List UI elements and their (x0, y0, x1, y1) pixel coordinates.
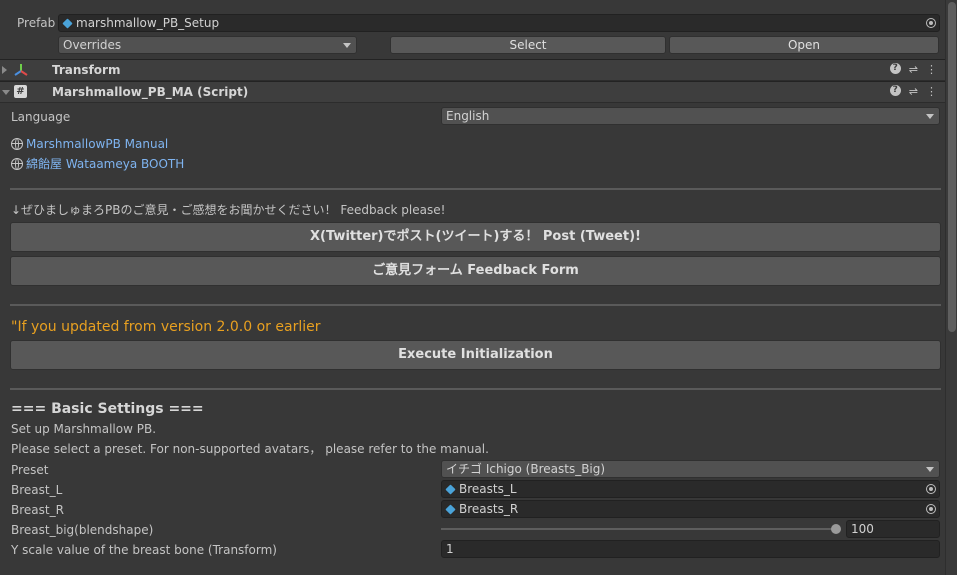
slider-thumb[interactable] (831, 524, 841, 534)
language-label: Language (11, 110, 71, 124)
preset-value: イチゴ Ichigo (Breasts_Big) (446, 462, 606, 476)
feedback-prompt: ↓ぜひましゅまろPBのご意見・ご感想をお聞かせください！ Feedback pl… (11, 203, 446, 217)
open-button[interactable]: Open (669, 36, 939, 54)
preset-sliders-icon[interactable]: ⇌ (909, 63, 918, 77)
basic-desc-2: Please select a preset. For non-supporte… (11, 442, 489, 456)
script-header[interactable]: # Marshmallow_PB_MA (Script) ? ⇌ ⋮ (0, 81, 945, 103)
foldout-expanded-icon[interactable] (2, 90, 10, 95)
breast-r-field[interactable]: Breasts_R (441, 500, 940, 518)
booth-link[interactable]: 綿飴屋 Wataameya BOOTH (11, 156, 184, 172)
overrides-dropdown[interactable]: Overrides (58, 36, 357, 54)
transform-header[interactable]: Transform ? ⇌ ⋮ (0, 59, 945, 81)
object-picker-icon[interactable] (926, 484, 936, 494)
booth-link-text: 綿飴屋 Wataameya BOOTH (26, 157, 185, 171)
blendshape-value-field[interactable]: 100 (846, 520, 940, 538)
post-tweet-button[interactable]: X(Twitter)でポスト(ツイート)する！ Post (Tweet)! (10, 222, 941, 252)
overrides-label: Overrides (63, 38, 122, 52)
kebab-menu-icon[interactable]: ⋮ (926, 63, 937, 77)
script-hash-icon: # (14, 85, 27, 98)
preset-sliders-icon[interactable]: ⇌ (909, 85, 918, 99)
object-picker-icon[interactable] (926, 504, 936, 514)
help-icon[interactable]: ? (889, 85, 901, 96)
chevron-down-icon (926, 467, 934, 472)
scrollbar[interactable] (945, 0, 957, 575)
feedback-form-button[interactable]: ご意見フォーム Feedback Form (10, 256, 941, 286)
breast-l-value: Breasts_L (459, 482, 517, 496)
slider-track (441, 528, 837, 530)
transform-cube-icon (445, 504, 456, 515)
scrollbar-thumb[interactable] (948, 2, 956, 332)
blendshape-slider[interactable] (441, 520, 841, 538)
basic-settings-heading: === Basic Settings === (11, 401, 204, 417)
blendshape-label: Breast_big(blendshape) (11, 523, 154, 537)
foldout-collapsed-icon[interactable] (2, 66, 7, 74)
manual-link[interactable]: MarshmallowPB Manual (11, 136, 168, 152)
prefab-field[interactable]: marshmallow_PB_Setup (58, 14, 940, 32)
language-dropdown[interactable]: English (441, 107, 940, 125)
prefab-cube-icon (62, 18, 73, 29)
divider (10, 388, 941, 390)
transform-icon (14, 63, 28, 77)
chevron-down-icon (926, 114, 934, 119)
update-warning: "If you updated from version 2.0.0 or ea… (11, 319, 321, 335)
kebab-menu-icon[interactable]: ⋮ (926, 85, 937, 99)
divider (10, 304, 941, 306)
execute-initialization-button[interactable]: Execute Initialization (10, 340, 941, 370)
basic-desc-1: Set up Marshmallow PB. (11, 422, 157, 436)
chevron-down-icon (343, 43, 351, 48)
preset-dropdown[interactable]: イチゴ Ichigo (Breasts_Big) (441, 460, 940, 478)
globe-icon (11, 138, 23, 150)
help-icon[interactable]: ? (889, 63, 901, 74)
component-title: Marshmallow_PB_MA (Script) (52, 85, 249, 99)
yscale-field[interactable]: 1 (441, 540, 940, 558)
breast-r-label: Breast_R (11, 503, 64, 517)
breast-r-value: Breasts_R (459, 502, 519, 516)
yscale-label: Y scale value of the breast bone (Transf… (11, 543, 277, 557)
select-button[interactable]: Select (390, 36, 666, 54)
object-picker-icon[interactable] (926, 18, 936, 28)
breast-l-label: Breast_L (11, 483, 63, 497)
breast-l-field[interactable]: Breasts_L (441, 480, 940, 498)
divider (10, 188, 941, 190)
preset-label: Preset (11, 463, 49, 477)
language-value: English (446, 109, 490, 123)
globe-icon (11, 158, 23, 170)
component-title: Transform (52, 63, 121, 77)
prefab-value: marshmallow_PB_Setup (76, 16, 220, 30)
prefab-label: Prefab (17, 16, 56, 30)
transform-cube-icon (445, 484, 456, 495)
manual-link-text: MarshmallowPB Manual (26, 137, 169, 151)
